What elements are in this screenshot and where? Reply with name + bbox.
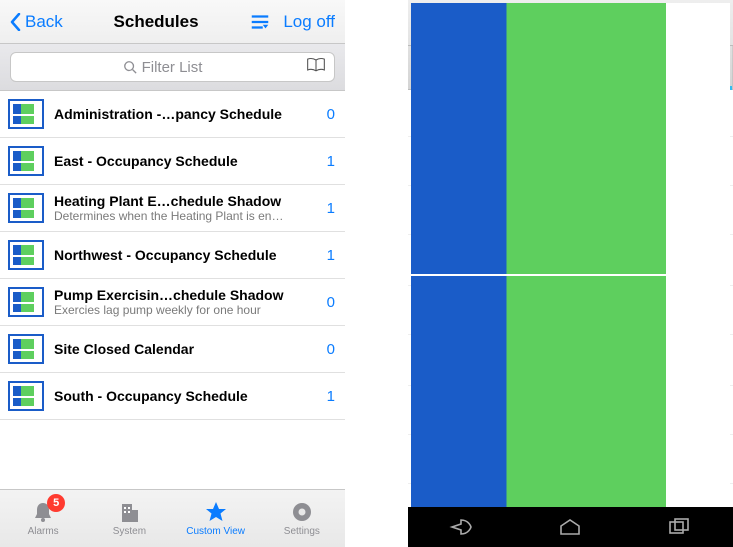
schedule-icon xyxy=(8,99,44,129)
tab-label: Alarms xyxy=(28,526,59,537)
list-item[interactable]: Administration -…pancy Schedule 0 xyxy=(0,91,345,138)
ios-screen: Back Schedules Log off Filter List Admin… xyxy=(0,0,345,547)
star-icon xyxy=(203,500,229,524)
list-item[interactable]: Pump Exercisin…chedule ShadowExercies la… xyxy=(0,279,345,326)
home-icon[interactable] xyxy=(557,517,583,537)
tab-system[interactable]: System xyxy=(86,490,172,547)
list-item[interactable]: Site Closed Calendar 0 xyxy=(0,326,345,373)
tab-label: System xyxy=(113,526,146,537)
tab-custom-view[interactable]: Custom View xyxy=(173,490,259,547)
item-title: Pump Exercisin…chedule Shadow xyxy=(54,287,321,303)
android-list: Administration -…upancy Schedule East - … xyxy=(408,137,733,484)
item-title: Administration -…pancy Schedule xyxy=(54,106,321,122)
item-title: Northwest - Occupancy Schedule xyxy=(54,247,321,263)
item-title: South - Occupancy Schedule xyxy=(54,388,321,404)
filter-input[interactable]: Filter List xyxy=(10,52,335,82)
item-count: 1 xyxy=(327,388,335,405)
sort-icon[interactable] xyxy=(249,13,271,31)
book-icon[interactable] xyxy=(306,57,326,78)
item-count: 1 xyxy=(327,200,335,217)
list-item[interactable]: East - Occupancy Schedule 1 xyxy=(0,138,345,185)
alarm-badge: 5 xyxy=(47,494,65,512)
tab-label: Settings xyxy=(284,526,320,537)
schedule-icon xyxy=(8,287,44,317)
building-icon xyxy=(116,500,142,524)
item-count: 1 xyxy=(327,247,335,264)
schedule-icon xyxy=(420,445,454,473)
list-item[interactable]: South - Occupancy Schedule xyxy=(408,435,733,484)
item-count: 0 xyxy=(327,341,335,358)
android-navbar xyxy=(408,507,733,547)
item-subtitle: Exercies lag pump weekly for one hour xyxy=(54,303,321,317)
schedule-icon xyxy=(8,146,44,176)
schedule-icon xyxy=(8,193,44,223)
tab-label: Custom View xyxy=(186,526,245,537)
list-item[interactable]: South - Occupancy Schedule 1 xyxy=(0,373,345,420)
tab-alarms[interactable]: 5 Alarms xyxy=(0,490,86,547)
tab-settings[interactable]: Settings xyxy=(259,490,345,547)
ios-tabbar: 5 Alarms System Custom View Settings xyxy=(0,489,345,547)
android-screen: Schedules ALARMS (5/14) SYSTEM CUSTOM VI… xyxy=(408,0,733,547)
schedule-icon xyxy=(8,381,44,411)
filter-placeholder: Filter List xyxy=(142,59,203,76)
schedule-icon xyxy=(8,334,44,364)
gear-icon xyxy=(289,500,315,524)
page-title: Schedules xyxy=(114,12,199,32)
schedule-icon xyxy=(8,240,44,270)
list-item[interactable]: Northwest - Occupancy Schedule 1 xyxy=(0,232,345,279)
item-title: East - Occupancy Schedule xyxy=(54,153,321,169)
logoff-button[interactable]: Log off xyxy=(283,12,335,32)
ios-header: Back Schedules Log off xyxy=(0,0,345,44)
list-item[interactable]: Heating Plant E…chedule ShadowDetermines… xyxy=(0,185,345,232)
back-button[interactable]: Back xyxy=(10,12,63,32)
ios-filterbar: Filter List xyxy=(0,44,345,91)
chevron-left-icon xyxy=(10,13,22,31)
item-title: Site Closed Calendar xyxy=(54,341,321,357)
back-label: Back xyxy=(25,12,63,32)
back-icon[interactable] xyxy=(449,517,475,537)
item-count: 1 xyxy=(327,153,335,170)
recent-apps-icon[interactable] xyxy=(666,517,692,537)
item-subtitle: Determines when the Heating Plant is en… xyxy=(54,209,321,223)
search-icon xyxy=(123,60,137,74)
ios-list: Administration -…pancy Schedule 0 East - … xyxy=(0,91,345,420)
item-title: Heating Plant E…chedule Shadow xyxy=(54,193,321,209)
item-count: 0 xyxy=(327,106,335,123)
item-count: 0 xyxy=(327,294,335,311)
